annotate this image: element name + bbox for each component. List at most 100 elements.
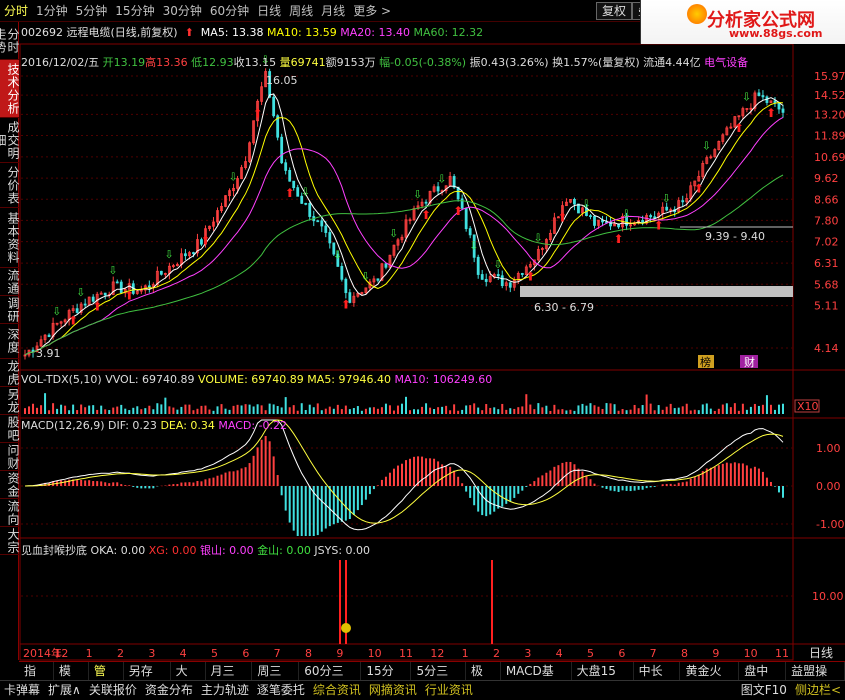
volume-bar [565, 410, 568, 414]
side-tab-12[interactable]: 资金 [0, 471, 20, 499]
side-tab-6[interactable]: 调研 [0, 296, 20, 324]
volume-bar [741, 403, 744, 414]
volume-bar [453, 404, 456, 414]
bottom-item-8[interactable]: 行业资讯 [421, 681, 477, 700]
bottom-right-0[interactable]: 图文F10 [737, 681, 791, 700]
volume-bar [633, 404, 636, 414]
candle-body [159, 270, 163, 275]
volume-bar [84, 407, 87, 414]
bottom-item-7[interactable]: 网摘资讯 [365, 681, 421, 700]
candle-body [320, 220, 324, 227]
price-tick-label: 6.31 [814, 257, 839, 270]
candle-body [272, 96, 276, 117]
bottom-item-6[interactable]: 综合资讯 [309, 681, 365, 700]
template-tab-13[interactable]: 中长线 [634, 661, 681, 696]
period-indicator[interactable]: 日线 [797, 644, 845, 660]
volume-bar [457, 410, 460, 414]
side-tab-1[interactable]: 技术分析 [0, 60, 20, 118]
volume-bar [585, 405, 588, 414]
side-tab-14[interactable]: 大宗 [0, 527, 20, 555]
template-tab-0[interactable]: 指标 [19, 661, 54, 696]
kline-chart[interactable]: 15.97 14.52 13.20 11.89 10.69 9.62 8.66 7.80 7.0… [0, 0, 845, 699]
fq-button[interactable]: 复权 [596, 2, 633, 20]
period-tab-6[interactable]: 日线 [253, 0, 285, 22]
template-tab-9[interactable]: 5分三线 [411, 661, 466, 696]
template-tab-6[interactable]: 周三线 [252, 661, 300, 696]
bottom-item-1[interactable]: 扩展∧ [44, 681, 85, 700]
side-tab-4[interactable]: 基本资料 [0, 208, 20, 268]
side-tab-3[interactable]: 分价表 [0, 163, 20, 208]
side-tab-5[interactable]: 流通 [0, 268, 20, 296]
side-tab-7[interactable]: 深度 [0, 324, 20, 359]
side-tab-2[interactable]: 成交明细 [0, 118, 20, 163]
candle-body [344, 278, 348, 294]
ind-jsys: JSYS: 0.00 [314, 544, 371, 557]
bottom-item-5[interactable]: 逐笔委托 [253, 681, 309, 700]
candle-body [496, 274, 500, 277]
template-tab-1[interactable]: 模板 [54, 661, 89, 696]
period-tab-2[interactable]: 5分钟 [72, 0, 112, 22]
volume-bar [413, 409, 416, 414]
period-tab-1[interactable]: 1分钟 [32, 0, 72, 22]
volume-bar [441, 406, 444, 414]
period-tab-5[interactable]: 60分钟 [206, 0, 253, 22]
candle-body [781, 108, 785, 113]
volume-bar [152, 409, 155, 414]
price-tick-label: 7.80 [814, 214, 839, 227]
side-tab-13[interactable]: 流向 [0, 499, 20, 527]
candle-body [761, 95, 765, 98]
volume-bar [501, 403, 504, 414]
template-tab-15[interactable]: 盘中选 [739, 661, 787, 696]
bottom-item-3[interactable]: 资金分布 [141, 681, 197, 700]
template-tab-2[interactable]: 管理 [89, 661, 124, 696]
period-tab-3[interactable]: 15分钟 [111, 0, 158, 22]
side-tab-8[interactable]: 龙虎 [0, 359, 20, 387]
volume-bar [312, 407, 315, 414]
stock-code-name: 002692 远程电缆(日线,前复权) [21, 26, 178, 39]
bottom-item-4[interactable]: 主力轨迹 [197, 681, 253, 700]
volume-bar [465, 405, 468, 414]
template-tab-11[interactable]: MACD基本 [501, 661, 572, 696]
x-tick-label: 5 [587, 647, 594, 660]
template-tab-5[interactable]: 月三线 [206, 661, 253, 696]
template-tab-7[interactable]: 60分三线 [299, 661, 362, 696]
volume-bar [76, 410, 79, 414]
template-tab-10[interactable]: 极简 [466, 661, 501, 696]
template-tab-12[interactable]: 大盘15分 [572, 661, 634, 696]
volume-bar [533, 409, 536, 414]
money-bag-icon [341, 623, 351, 633]
side-tab-11[interactable]: 问财 [0, 443, 20, 471]
sell-arrow-icon: ⇩ [493, 258, 502, 271]
template-tab-16[interactable]: 益盟操盘 [786, 661, 845, 696]
buy-arrow-icon: ⬆ [525, 270, 535, 284]
bottom-item-0[interactable]: 卡弹幕 [0, 681, 44, 700]
ohlc-industry: 电气设备 [704, 56, 749, 69]
ind-name: 见血封喉抄底 [21, 544, 87, 557]
period-tab-9[interactable]: 更多 > [349, 0, 395, 22]
period-tab-0[interactable]: 分时 [0, 0, 32, 22]
period-tab-4[interactable]: 30分钟 [159, 0, 206, 22]
volume-bar [288, 407, 291, 414]
volume-bar [388, 405, 391, 414]
template-tab-14[interactable]: 黄金火焰 [680, 661, 740, 696]
volume-bar [721, 404, 724, 414]
x-tick-label: 4 [180, 647, 187, 660]
template-tab-3[interactable]: 另存为 [124, 661, 171, 696]
period-tab-7[interactable]: 周线 [285, 0, 317, 22]
side-tab-9[interactable]: 另龙 [0, 387, 20, 415]
side-tab-0[interactable]: 分时走势 [0, 22, 20, 60]
period-tab-8[interactable]: 月线 [317, 0, 349, 22]
candle-body [573, 198, 576, 205]
template-tab-8[interactable]: 15分钟 [361, 661, 412, 696]
volume-bar [421, 406, 424, 414]
volume-bar [192, 410, 195, 414]
candle-body [296, 187, 300, 197]
template-tab-4[interactable]: 大盘 [171, 661, 206, 696]
side-tab-10[interactable]: 股吧 [0, 415, 20, 443]
volume-bar [665, 406, 668, 414]
bottom-item-2[interactable]: 关联报价 [85, 681, 141, 700]
up-arrow-icon: ⬆ [181, 26, 198, 39]
volume-bar [184, 404, 187, 414]
volume-bar [144, 408, 147, 414]
bottom-right-1[interactable]: 侧边栏< [791, 681, 845, 700]
